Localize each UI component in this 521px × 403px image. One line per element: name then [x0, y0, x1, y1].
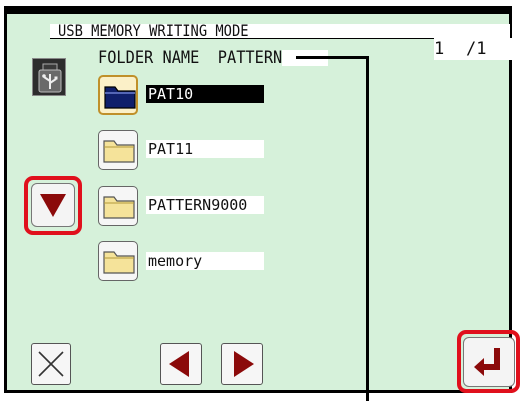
- folder-icon: [103, 251, 135, 274]
- scroll-down-button[interactable]: [31, 183, 75, 227]
- previous-page-button[interactable]: [160, 343, 202, 385]
- folder-icon: [103, 140, 135, 163]
- next-page-button[interactable]: [221, 343, 263, 385]
- folder-icon: [104, 86, 136, 109]
- connector-line-horizontal: [296, 56, 368, 59]
- folder-button-pat10[interactable]: [98, 75, 138, 115]
- page-indicator: 1 /1: [434, 38, 516, 60]
- folder-name-label: FOLDER NAME PATTERN: [98, 48, 283, 68]
- folder-button-memory[interactable]: [98, 241, 138, 281]
- left-arrow-icon: [169, 351, 189, 377]
- folder-label-pattern9000[interactable]: PATTERN9000: [146, 196, 264, 214]
- folder-icon: [103, 196, 135, 219]
- folder-button-pat11[interactable]: [98, 130, 138, 170]
- page-total: /1: [466, 39, 487, 59]
- enter-button[interactable]: [463, 337, 515, 387]
- connector-line-vertical: [366, 56, 369, 401]
- enter-icon: [474, 348, 500, 376]
- cross-icon: [38, 351, 64, 377]
- screen-title: USB MEMORY WRITING MODE: [58, 21, 249, 40]
- usb-drive-icon: [32, 58, 66, 96]
- down-arrow-icon: [40, 194, 66, 217]
- page-current: 1: [434, 39, 445, 59]
- folder-label-pat10[interactable]: PAT10: [146, 85, 264, 103]
- right-arrow-icon: [234, 351, 254, 377]
- folder-label-pat11[interactable]: PAT11: [146, 140, 264, 158]
- cancel-button[interactable]: [31, 343, 71, 385]
- folder-name-value: PATTERN: [217, 48, 283, 68]
- folder-label-memory[interactable]: memory: [146, 252, 264, 270]
- folder-button-pattern9000[interactable]: [98, 186, 138, 226]
